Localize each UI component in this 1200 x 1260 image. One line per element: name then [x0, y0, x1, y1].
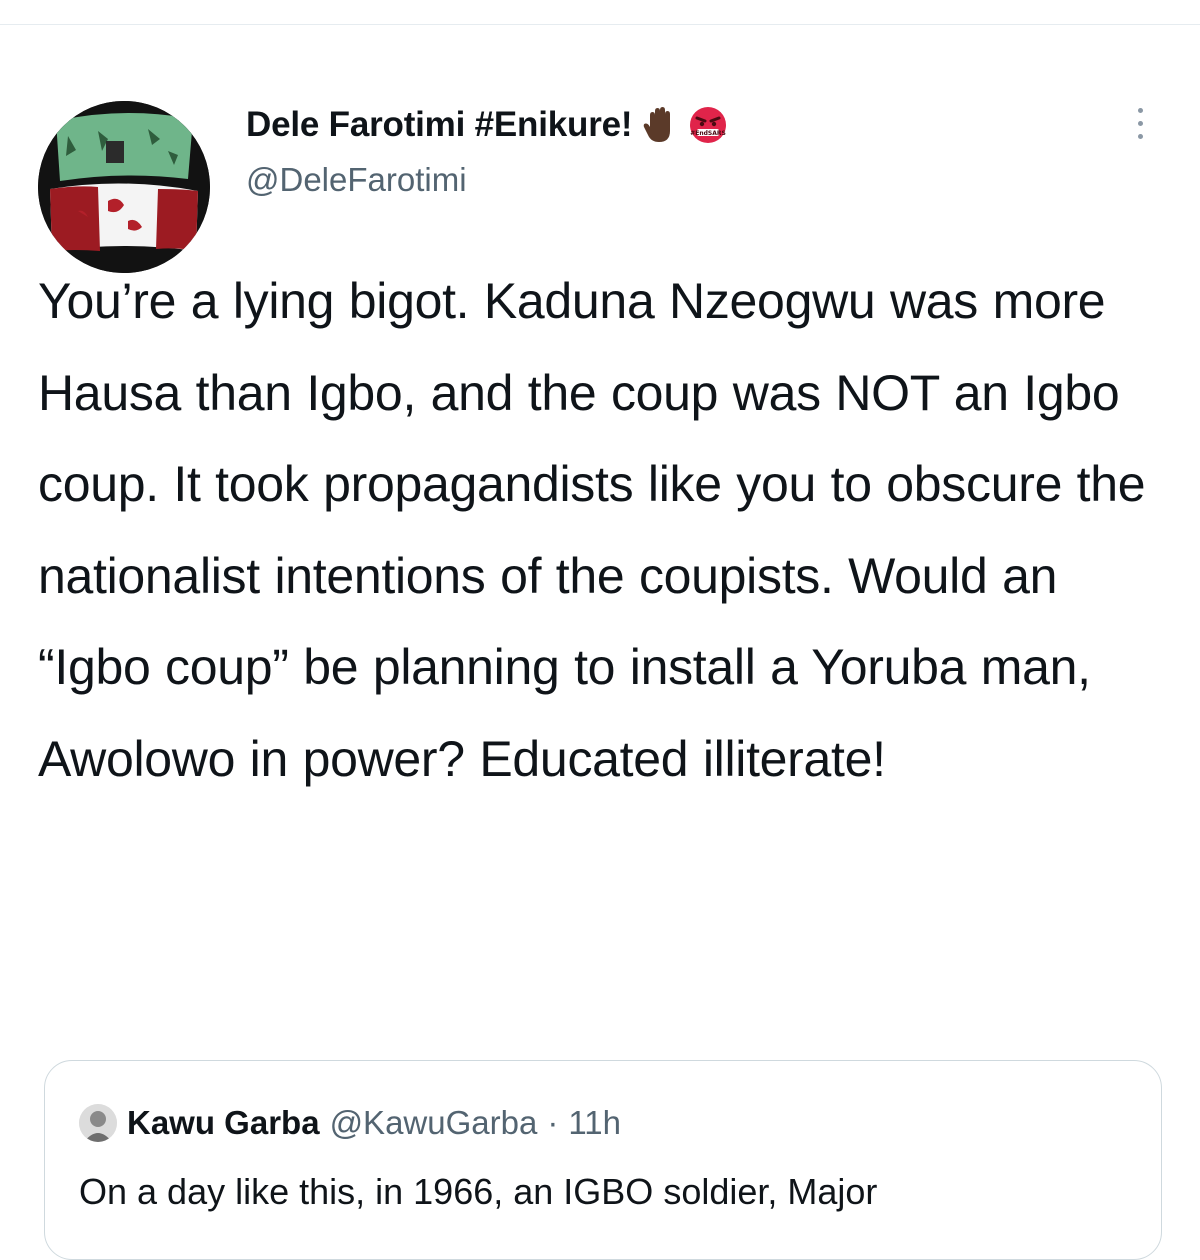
quoted-author-avatar [79, 1104, 117, 1142]
angry-face-icon: #EndSARS [688, 105, 728, 145]
author-name-row[interactable]: Dele Farotimi #Enikure! #EndSARS [246, 95, 728, 155]
more-dot-icon [1137, 107, 1143, 113]
tweet-text: You’re a lying bigot. Kaduna Nzeogwu was… [38, 273, 1146, 787]
quoted-author-name: Kawu Garba [127, 1104, 320, 1141]
quoted-tweet-header: Kawu Garba @KawuGarba · 11h [79, 1101, 621, 1145]
more-dot-icon [1137, 133, 1143, 139]
author-name[interactable]: Dele Farotimi #Enikure! [246, 105, 633, 145]
top-divider [0, 0, 1200, 25]
quoted-author-handle: @KawuGarba [329, 1104, 538, 1141]
raised-hand-icon [640, 105, 680, 145]
quoted-timestamp[interactable]: 11h [568, 1104, 621, 1142]
more-options-button[interactable] [1120, 93, 1160, 153]
quoted-tweet[interactable]: Kawu Garba @KawuGarba · 11h On a day lik… [44, 1060, 1162, 1260]
tweet[interactable]: Dele Farotimi #Enikure! #EndSARS @DeleFa… [0, 25, 1200, 1260]
emoji-badge-text: #EndSARS [691, 130, 727, 137]
quoted-separator: · [547, 1104, 559, 1141]
more-dot-icon [1137, 120, 1143, 126]
avatar-image [38, 101, 210, 273]
author-handle[interactable]: @DeleFarotimi [246, 161, 467, 199]
quoted-tweet-text: On a day like this, in 1966, an IGBO sol… [79, 1171, 878, 1212]
author-avatar[interactable] [38, 101, 210, 273]
